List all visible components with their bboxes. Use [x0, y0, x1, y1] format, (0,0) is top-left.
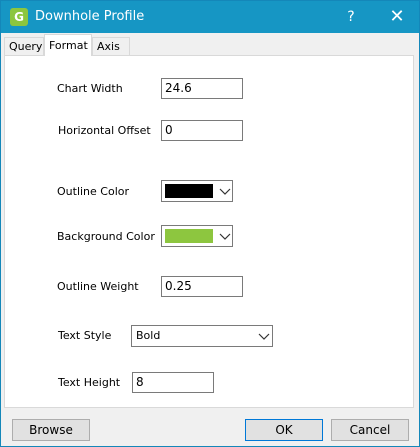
outline-color-swatch [165, 184, 213, 198]
background-color-picker[interactable] [161, 225, 233, 247]
horizontal-offset-input[interactable]: 0 [161, 120, 243, 141]
app-logo-icon: G [10, 8, 28, 26]
background-color-label: Background Color [57, 230, 155, 243]
chevron-down-icon [258, 333, 270, 340]
tab-format[interactable]: Format [44, 34, 92, 56]
outline-color-picker[interactable] [161, 180, 233, 202]
format-panel: Chart Width 24.6 Horizontal Offset 0 Out… [4, 55, 414, 408]
dialog-window: G Downhole Profile ? ✕ Query Format Axis… [0, 0, 420, 447]
chart-width-label: Chart Width [57, 82, 123, 95]
background-color-swatch [165, 229, 213, 243]
tab-query[interactable]: Query [4, 37, 44, 55]
window-title: Downhole Profile [35, 9, 145, 24]
browse-button[interactable]: Browse [12, 419, 90, 441]
text-height-label: Text Height [58, 376, 121, 389]
chevron-down-icon [219, 233, 231, 240]
text-height-input[interactable]: 8 [132, 372, 214, 393]
horizontal-offset-label: Horizontal Offset [58, 124, 151, 137]
text-style-value: Bold [136, 329, 161, 342]
text-style-select[interactable]: Bold [131, 325, 273, 347]
close-button[interactable]: ✕ [379, 1, 415, 33]
outline-color-label: Outline Color [57, 185, 130, 198]
chevron-down-icon [219, 188, 231, 195]
help-button[interactable]: ? [339, 1, 363, 33]
text-style-label: Text Style [58, 329, 112, 342]
outline-weight-label: Outline Weight [57, 280, 139, 293]
chart-width-input[interactable]: 24.6 [161, 78, 243, 99]
outline-weight-input[interactable]: 0.25 [161, 276, 243, 297]
title-bar[interactable]: G Downhole Profile ? ✕ [1, 1, 419, 33]
ok-button[interactable]: OK [245, 419, 323, 441]
tab-axis[interactable]: Axis [92, 37, 130, 55]
cancel-button[interactable]: Cancel [331, 419, 409, 441]
